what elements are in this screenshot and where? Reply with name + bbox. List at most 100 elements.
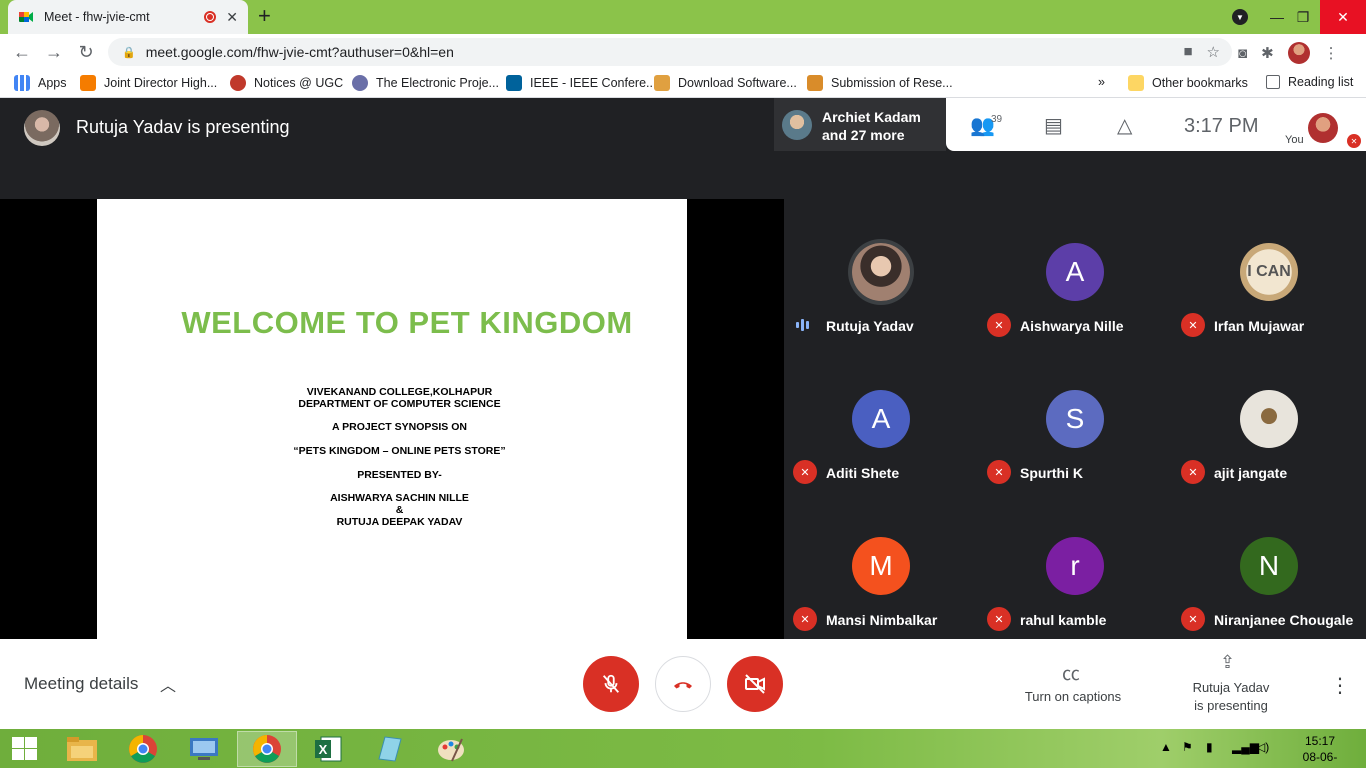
volume-icon[interactable]: ◁) [1256, 740, 1269, 754]
excel-icon[interactable]: X [298, 731, 358, 767]
flag-icon[interactable]: ⚑ [1182, 740, 1193, 754]
site-icon [352, 75, 368, 91]
bookmark-joint-director[interactable]: Joint Director High... [80, 75, 217, 91]
participant-name: Aishwarya Nille [1020, 318, 1124, 334]
activities-icon[interactable]: △ [1117, 113, 1132, 138]
mic-off-icon: ✕ [1181, 313, 1205, 337]
participant-avatar[interactable]: S [1046, 390, 1104, 448]
show-hidden-icons[interactable]: ▲ [1160, 740, 1172, 754]
close-tab-icon[interactable]: ✕ [226, 9, 238, 26]
reload-icon[interactable]: ↻ [74, 40, 98, 64]
site-icon [654, 75, 670, 91]
file-explorer-icon[interactable] [52, 731, 112, 767]
lock-icon: 🔒 [122, 46, 136, 59]
blogger-icon [80, 75, 96, 91]
google-meet-favicon-icon [18, 9, 34, 25]
mic-toggle-button[interactable] [583, 656, 639, 712]
other-bookmarks[interactable]: Other bookmarks [1128, 75, 1248, 91]
apps-grid-icon [14, 75, 30, 91]
slide-line: VIVEKANAND COLLEGE,KOLHAPUR [306, 386, 493, 398]
url-text: meet.google.com/fhw-jvie-cmt?authuser=0&… [145, 44, 454, 60]
paint-icon[interactable] [421, 731, 481, 767]
address-bar[interactable]: 🔒 meet.google.com/fhw-jvie-cmt?authuser=… [108, 38, 1232, 66]
slide-line: RUTUJA DEEPAK YADAV [336, 516, 463, 528]
camera-in-use-icon[interactable]: ■ [1183, 43, 1192, 61]
extensions-icon[interactable]: ✱ [1261, 44, 1274, 62]
speaking-indicator-icon [796, 318, 814, 332]
bookmarks-overflow-icon[interactable]: » [1098, 75, 1105, 89]
windows-start-icon[interactable] [12, 737, 38, 761]
slide-line: PRESENTED BY- [357, 469, 442, 481]
bookmark-star-icon[interactable]: ☆ [1207, 43, 1220, 61]
captions-button[interactable]: Turn on captions [1012, 688, 1134, 706]
self-avatar [1308, 113, 1338, 143]
slide-line: AISHWARYA SACHIN NILLE [330, 492, 469, 504]
participant-avatar[interactable] [1240, 390, 1298, 448]
ugc-icon [230, 75, 246, 91]
tab-title: Meet - fhw-jvie-cmt [44, 10, 150, 24]
bookmark-electronic-project[interactable]: The Electronic Proje... [352, 75, 499, 91]
leave-call-button[interactable] [655, 656, 711, 712]
participant-avatar[interactable]: I CAN [1240, 243, 1298, 301]
bookmark-apps[interactable]: Apps [14, 75, 67, 91]
participant-avatar[interactable]: N [1240, 537, 1298, 595]
network-icon[interactable]: ▂▄▆ [1232, 740, 1259, 754]
captions-icon[interactable]: ㏄ [1062, 660, 1080, 686]
joined-more: and 27 more [822, 127, 905, 143]
presenter-avatar [24, 110, 60, 146]
participant-name: rahul kamble [1020, 612, 1107, 628]
slide-line: DEPARTMENT OF COMPUTER SCIENCE [298, 398, 501, 410]
mic-off-icon: ✕ [987, 607, 1011, 631]
chrome-icon[interactable] [113, 731, 173, 767]
participant-avatar[interactable]: A [852, 390, 910, 448]
participant-avatar[interactable]: A [1046, 243, 1104, 301]
hangup-icon [674, 682, 692, 689]
slide-line: “PETS KINGDOM – ONLINE PETS STORE” [293, 445, 506, 457]
presenting-title: Rutuja Yadav is presenting [76, 117, 290, 137]
more-options-icon[interactable]: ⋮ [1330, 673, 1350, 698]
bookmark-ieee[interactable]: IEEE - IEEE Confere... [506, 75, 656, 91]
slide-line: & [395, 504, 404, 516]
participant-name: Niranjanee Chougale [1214, 612, 1354, 628]
bookmark-ugc[interactable]: Notices @ UGC [230, 75, 343, 91]
new-tab-icon[interactable]: + [258, 5, 271, 27]
screenshot-icon[interactable]: ◙ [1238, 45, 1247, 62]
chat-icon[interactable]: ▤ [1044, 113, 1063, 138]
profile-avatar[interactable] [1287, 42, 1310, 64]
participant-avatar[interactable]: M [852, 537, 910, 595]
meeting-details-button[interactable]: Meeting details [24, 674, 138, 694]
battery-icon[interactable]: ▮ [1206, 740, 1213, 754]
tab-search-icon[interactable]: ▼ [1232, 9, 1248, 25]
participant-name: ajit jangate [1214, 465, 1288, 481]
camera-toggle-button[interactable] [727, 656, 783, 712]
on-screen-keyboard-icon[interactable] [174, 731, 234, 767]
bookmark-submission[interactable]: Submission of Rese... [807, 75, 953, 91]
back-icon[interactable]: ← [10, 40, 34, 64]
mic-off-icon: ✕ [987, 313, 1011, 337]
participant-name: Spurthi K [1020, 465, 1083, 481]
chevron-up-icon[interactable]: ︿ [160, 672, 176, 696]
slide-title: WELCOME TO PET KINGDOM [181, 305, 633, 340]
participant-name: Rutuja Yadav [826, 318, 914, 334]
mic-off-icon: ✕ [1181, 460, 1205, 484]
self-label: You [1285, 134, 1304, 146]
mic-off-icon: ✕ [793, 460, 817, 484]
present-button[interactable]: Rutuja Yadav is presenting [1180, 679, 1282, 715]
slide-line: A PROJECT SYNOPSIS ON [332, 421, 467, 433]
reading-list[interactable]: Reading list [1266, 75, 1353, 89]
joined-notification: Archiet Kadam and 27 more [774, 98, 946, 151]
self-mic-off-icon: ✕ [1347, 134, 1361, 148]
taskbar-clock[interactable]: 15:17 08-06-2021 [1290, 733, 1350, 768]
browser-tab-meet[interactable]: Meet - fhw-jvie-cmt ✕ [8, 0, 248, 34]
bookmark-download-software[interactable]: Download Software... [654, 75, 797, 91]
chrome-active-icon[interactable] [237, 731, 297, 767]
menu-dots-icon[interactable]: ⋮ [1324, 44, 1339, 62]
present-screen-icon[interactable]: ⇪ [1220, 652, 1235, 673]
close-window-icon[interactable]: ✕ [1320, 0, 1366, 34]
participant-avatar[interactable]: r [1046, 537, 1104, 595]
notepad-icon[interactable] [360, 731, 420, 767]
participant-avatar[interactable] [852, 243, 910, 301]
forward-icon[interactable]: → [42, 40, 66, 64]
svg-text:X: X [319, 742, 328, 757]
joined-avatar [782, 110, 812, 140]
